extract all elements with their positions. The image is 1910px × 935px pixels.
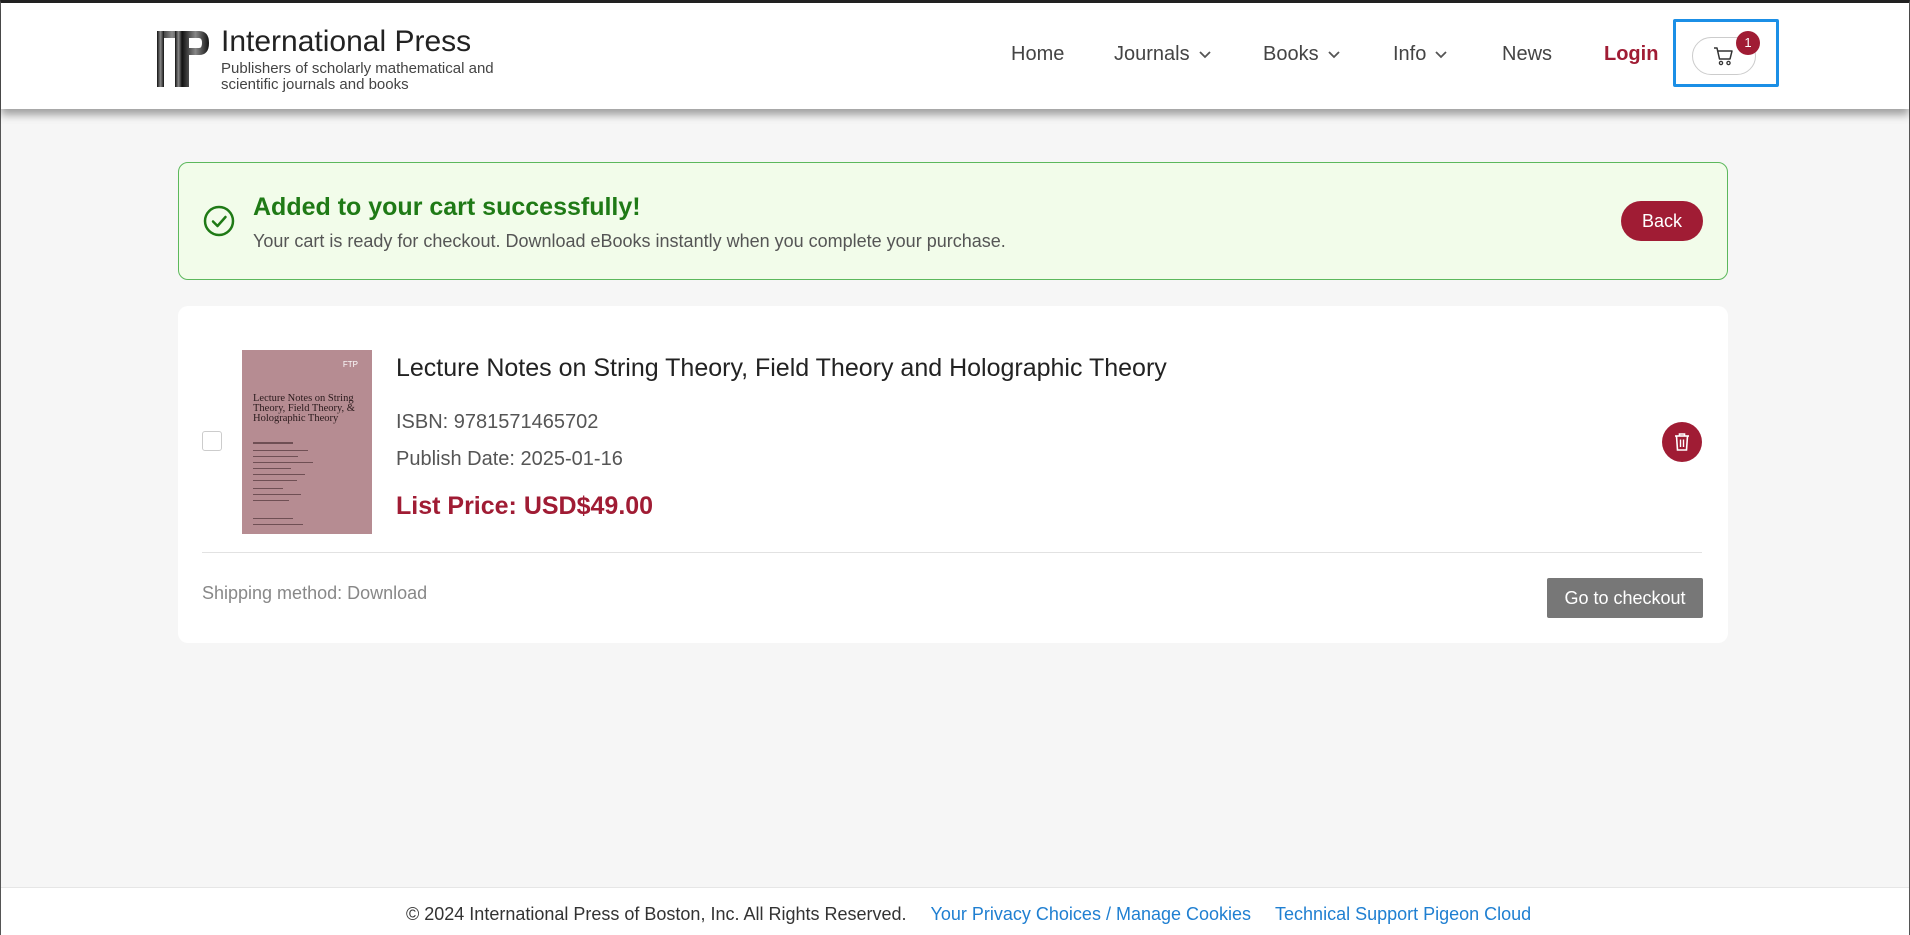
cart-item-card: FTP Lecture Notes on String Theory, Fiel… <box>178 306 1728 643</box>
chevron-down-icon <box>1327 50 1340 58</box>
nav-login[interactable]: Login <box>1604 43 1658 66</box>
cover-decor-line <box>253 524 303 525</box>
nav-books[interactable]: Books <box>1263 43 1341 66</box>
cover-decor-line <box>253 450 308 451</box>
cart-icon <box>1714 47 1733 66</box>
footer-copyright: © 2024 International Press of Boston, In… <box>406 904 907 924</box>
nav-info-label: Info <box>1393 43 1427 65</box>
nav-home-label: Home <box>1011 43 1065 65</box>
nav-books-label: Books <box>1263 43 1319 65</box>
site-header: International Press Publishers of schola… <box>1 3 1909 109</box>
shipping-method: Shipping method: Download <box>202 583 428 603</box>
cover-decor-line <box>253 456 298 457</box>
checkout-button[interactable]: Go to checkout <box>1547 578 1703 618</box>
nav-journals[interactable]: Journals <box>1114 43 1212 66</box>
check-circle-icon <box>203 205 235 237</box>
cover-decor-line <box>253 462 313 463</box>
banner-title: Added to your cart successfully! <box>253 193 641 221</box>
card-divider <box>202 552 1702 553</box>
delete-item-button[interactable] <box>1662 422 1702 462</box>
brand-subtitle: Publishers of scholarly mathematical and… <box>221 60 494 93</box>
brand-logo-link[interactable]: International Press Publishers of schola… <box>155 25 521 93</box>
brand-title: International Press <box>221 25 472 58</box>
cover-decor-line <box>253 442 293 444</box>
footer-content: © 2024 International Press of Boston, In… <box>406 904 1531 925</box>
book-cover-image[interactable]: FTP Lecture Notes on String Theory, Fiel… <box>242 350 372 534</box>
site-footer: © 2024 International Press of Boston, In… <box>1 887 1909 935</box>
tech-support-link[interactable]: Technical Support Pigeon Cloud <box>1275 904 1531 925</box>
cover-title: Lecture Notes on String Theory, Field Th… <box>253 393 355 424</box>
banner-text: Your cart is ready for checkout. Downloa… <box>253 231 1006 251</box>
back-button[interactable]: Back <box>1621 201 1703 241</box>
privacy-choices-link[interactable]: Your Privacy Choices / Manage Cookies <box>931 904 1252 925</box>
cover-decor-line <box>253 474 305 475</box>
item-title[interactable]: Lecture Notes on String Theory, Field Th… <box>396 354 1167 383</box>
nav-home[interactable]: Home <box>1011 43 1064 66</box>
success-banner: Added to your cart successfully! Your ca… <box>178 162 1728 280</box>
chevron-down-icon <box>1435 50 1447 58</box>
cover-decor-line <box>253 488 283 489</box>
cart-count-badge: 1 <box>1736 31 1760 55</box>
ip-logo-icon <box>157 31 209 87</box>
nav-news-label: News <box>1502 43 1553 65</box>
cart-button[interactable]: 1 <box>1673 19 1779 87</box>
brand-text: International Press Publishers of schola… <box>221 23 521 93</box>
chevron-down-icon <box>1198 50 1211 58</box>
item-select-checkbox[interactable] <box>202 431 222 451</box>
nav-info[interactable]: Info <box>1393 43 1448 66</box>
cover-decor-line <box>253 518 293 519</box>
nav-journals-label: Journals <box>1114 43 1190 65</box>
item-publish-date: Publish Date: 2025-01-16 <box>396 448 623 470</box>
cover-decor-line <box>253 480 297 481</box>
cover-decor-line <box>253 500 289 501</box>
nav-news[interactable]: News <box>1502 43 1552 66</box>
item-list-price: List Price: USD$49.00 <box>396 492 654 520</box>
trash-icon <box>1675 433 1689 451</box>
nav-login-label: Login <box>1604 43 1659 65</box>
cover-decor-line <box>253 468 291 469</box>
cover-decor-line <box>253 494 301 495</box>
item-isbn: ISBN: 9781571465702 <box>396 411 599 433</box>
cover-brand: FTP <box>342 360 358 369</box>
